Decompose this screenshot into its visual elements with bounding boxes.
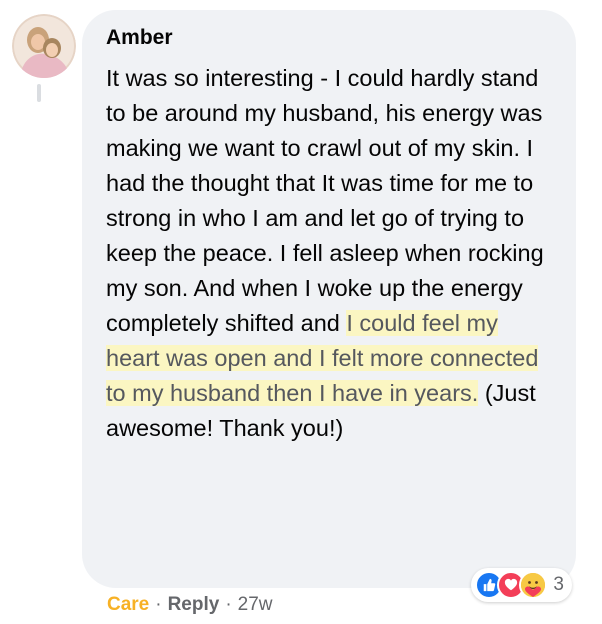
care-icon xyxy=(519,571,548,599)
comment-text: It was so interesting - I could hardly s… xyxy=(106,61,556,446)
reactions-summary[interactable]: 3 xyxy=(471,568,572,602)
thread-line xyxy=(37,84,41,102)
comment-text-plain: It was so interesting - I could hardly s… xyxy=(106,65,544,336)
avatar[interactable] xyxy=(12,14,76,78)
reaction-count: 3 xyxy=(553,574,564,595)
comment-author[interactable]: Amber xyxy=(106,26,173,50)
reply-button[interactable]: Reply xyxy=(168,594,220,616)
comment-bubble: Amber It was so interesting - I could ha… xyxy=(82,10,576,602)
action-separator: · xyxy=(155,594,162,615)
comment-timestamp[interactable]: 27w xyxy=(238,594,273,616)
care-button[interactable]: Care xyxy=(107,594,149,616)
action-separator: · xyxy=(225,594,232,615)
comment-actions: Care · Reply · 27w xyxy=(107,594,273,616)
